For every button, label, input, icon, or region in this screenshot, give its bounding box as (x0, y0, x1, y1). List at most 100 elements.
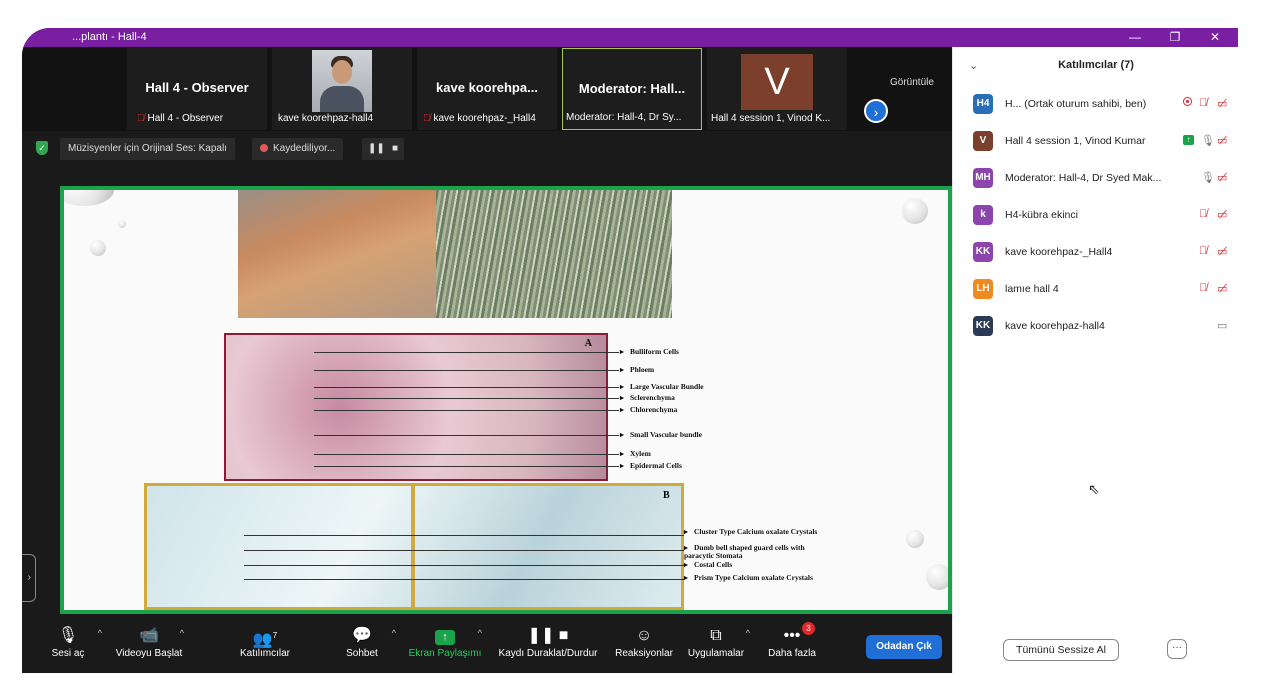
video-tile[interactable]: kave koorehpa... 🎙̸ kave koorehpaz-_Hall4 (417, 48, 557, 130)
slide: A ▸ Bulliform Cells ▸ Phloem ▸ Large Vascul… (64, 190, 948, 610)
camera-off-icon[interactable]: ▭̸ (1217, 208, 1227, 221)
avatar: KK (973, 242, 993, 262)
close-button[interactable]: ✕ (1200, 29, 1230, 46)
participant-name: kave koorehpaz-_Hall4 (1005, 246, 1113, 258)
video-tile[interactable]: kave koorehpaz-hall4 (272, 48, 412, 130)
reactions-icon: ☺ (635, 627, 653, 644)
start-video-label: Videoyu Başlat (115, 648, 183, 659)
record-dot-icon (260, 144, 268, 152)
participant-row[interactable]: KK kave koorehpaz-_Hall4 🎙̸ ▭̸ (973, 242, 1229, 264)
legend-item: ▸ Large Vascular Bundle (620, 382, 704, 391)
legend-item: ▸ Cluster Type Calcium oxalate Crystals (684, 527, 818, 536)
leave-meeting-button[interactable]: Odadan Çık (866, 635, 942, 659)
participant-row[interactable]: V Hall 4 session 1, Vinod Kumar ↑ 🎙 ▭̸ (973, 131, 1229, 153)
share-screen-label: Ekran Paylaşımı (408, 648, 482, 659)
recording-icon (1183, 97, 1192, 109)
avatar: LH (973, 279, 993, 299)
avatar: H4 (973, 94, 993, 114)
participant-row[interactable]: LH lamıe hall 4 🎙̸ ▭̸ (973, 279, 1229, 301)
shared-screen: A ▸ Bulliform Cells ▸ Phloem ▸ Large Vascul… (60, 186, 952, 614)
mic-icon[interactable]: 🎙 (1201, 171, 1215, 184)
reactions-button[interactable]: ☺ Reaksiyonlar (614, 624, 674, 659)
participant-video-photo (312, 50, 372, 112)
window-title: ...plantı - Hall-4 (72, 31, 147, 43)
participants-button[interactable]: 👥7 Katılımcılar (232, 624, 298, 659)
decorative-bubble (118, 220, 126, 228)
mic-icon[interactable]: 🎙 (1201, 134, 1215, 147)
start-video-button[interactable]: 📹 ^ Videoyu Başlat (114, 624, 184, 659)
more-button[interactable]: ••• 3 Daha fazla (764, 622, 820, 659)
avatar: k (973, 205, 993, 225)
next-page-arrow-icon[interactable]: › (864, 99, 888, 123)
chat-button[interactable]: 💬 ^ Sohbet (342, 624, 396, 659)
pause-stop-recording-label: Kaydı Duraklat/Durdur (498, 648, 598, 659)
pause-stop-recording-button[interactable]: ❚❚ ■ Kaydı Duraklat/Durdur (492, 624, 604, 659)
recording-indicator: Kaydediliyor... (252, 138, 344, 160)
video-tile-active-speaker[interactable]: Moderator: Hall... Moderator: Hall-4, Dr… (562, 48, 702, 130)
audio-options-caret[interactable]: ^ (98, 628, 102, 638)
participant-name: kave koorehpaz-hall4 (1005, 320, 1105, 332)
restore-button[interactable]: ❐ (1160, 29, 1190, 46)
mute-all-button[interactable]: Tümünü Sessize Al (1003, 639, 1119, 661)
tile-caption-text: Hall 4 - Observer (147, 113, 224, 124)
chat-options-caret[interactable]: ^ (392, 628, 396, 638)
mic-muted-icon[interactable]: 🎙̸ (1199, 97, 1207, 109)
camera-off-icon[interactable]: ▭̸ (1217, 171, 1227, 184)
original-sound-toggle[interactable]: Müzisyenler için Orijinal Ses: Kapalı (60, 138, 235, 160)
mic-muted-icon[interactable]: 🎙̸ (1199, 208, 1207, 220)
chat-label: Sohbet (346, 648, 378, 659)
crystal-micrograph: B (144, 483, 684, 610)
legend-item: ▸ Costal Cells (684, 560, 733, 569)
legend-item: ▸ Chlorenchyma (620, 405, 678, 414)
participants-panel: ⌄ Katılımcılar (7) H4 H... (Ortak oturum… (952, 47, 1238, 673)
meeting-toolbar: 🎙 ^ Sesi aç 📹 ^ Videoyu Başlat 👥7 Katılı… (22, 618, 952, 673)
apps-button[interactable]: ⧉ ^ Uygulamalar (686, 624, 750, 659)
video-options-caret[interactable]: ^ (180, 628, 184, 638)
camera-off-icon[interactable]: ▭̸ (1217, 282, 1227, 295)
avatar: MH (973, 168, 993, 188)
view-button[interactable]: Görüntüle (890, 77, 934, 88)
mic-muted-icon[interactable]: 🎙̸ (1199, 282, 1207, 294)
apps-options-caret[interactable]: ^ (746, 628, 750, 638)
participant-row[interactable]: H4 H... (Ortak oturum sahibi, ben) 🎙̸ ▭̸ (973, 94, 1229, 116)
participant-row[interactable]: k H4-kübra ekinci 🎙̸ ▭̸ (973, 205, 1229, 227)
participant-row[interactable]: KK kave koorehpaz-hall4 ▭ (973, 316, 1229, 338)
shield-icon[interactable]: ✓ (36, 141, 48, 155)
chat-icon: 💬 (352, 627, 372, 644)
tile-name-large: Hall 4 - Observer (145, 80, 249, 95)
unmute-button[interactable]: 🎙 ^ Sesi aç (48, 624, 102, 659)
stop-recording-button[interactable]: ■ (386, 138, 405, 160)
video-tile[interactable]: Hall 4 - Observer 🎙̸ Hall 4 - Observer (127, 48, 267, 130)
participant-name: lamıe hall 4 (1005, 283, 1059, 295)
decorative-bubble (64, 190, 114, 206)
video-tile[interactable]: V Hall 4 session 1, Vinod K... (707, 48, 847, 130)
mic-muted-icon: 🎙̸ (423, 113, 431, 124)
decorative-bubble (926, 564, 948, 590)
participant-row[interactable]: MH Moderator: Hall-4, Dr Syed Mak... 🎙 ▭… (973, 168, 1229, 190)
mic-muted-icon[interactable]: 🎙̸ (1199, 245, 1207, 257)
minimize-button[interactable]: — (1120, 29, 1150, 46)
participants-icon: 👥7 (252, 631, 278, 649)
camera-off-icon[interactable]: ▭̸ (1217, 245, 1227, 258)
panel-title: Katılımcılar (7) (1058, 59, 1134, 71)
title-bar: ...plantı - Hall-4 — ❐ ✕ (22, 28, 1238, 47)
legend-item: ▸ Xylem (620, 449, 651, 458)
camera-icon[interactable]: ▭ (1217, 319, 1227, 332)
share-options-caret[interactable]: ^ (478, 628, 482, 638)
grass-spike-photo (238, 190, 436, 318)
more-options-button[interactable]: ··· (1167, 639, 1187, 659)
legend-item: ▸ Prism Type Calcium oxalate Crystals (684, 573, 813, 582)
share-screen-button[interactable]: ↑ ^ Ekran Paylaşımı (406, 624, 484, 659)
camera-off-icon[interactable]: ▭̸ (1217, 134, 1227, 147)
mic-muted-icon: 🎙̸ (137, 113, 145, 124)
participant-name: H... (Ortak oturum sahibi, ben) (1005, 98, 1147, 110)
video-tiles-strip: Hall 4 - Observer 🎙̸ Hall 4 - Observer ka… (22, 47, 952, 131)
more-label: Daha fazla (768, 648, 816, 659)
tile-name-large: Moderator: Hall... (578, 81, 686, 96)
apps-label: Uygulamalar (687, 648, 745, 659)
decorative-bubble (906, 530, 924, 548)
expand-handle[interactable]: › (22, 554, 36, 602)
legend-item: ▸ Epidermal Cells (620, 461, 682, 470)
camera-off-icon[interactable]: ▭̸ (1217, 97, 1227, 110)
tile-caption-text: kave koorehpaz-hall4 (278, 113, 374, 124)
